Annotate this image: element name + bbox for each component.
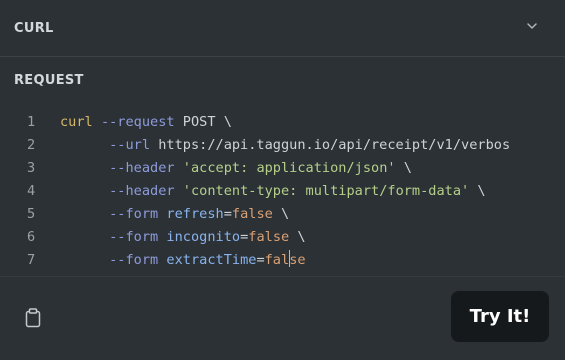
code-token-flag: --form xyxy=(109,206,159,222)
code-token-val: false xyxy=(231,206,273,222)
code-token-str: 'accept: application/json' xyxy=(182,160,396,176)
code-line-text: --header 'accept: application/json' \ xyxy=(60,157,412,180)
code-line-text: --form incognito=false \ xyxy=(60,226,306,249)
code-token-flag: --form xyxy=(109,252,159,268)
code-token-cmd: curl xyxy=(60,114,93,130)
code-line: 3 --header 'accept: application/json' \ xyxy=(0,157,565,180)
code-line-text: --header 'content-type: multipart/form-d… xyxy=(60,180,486,203)
code-token-key: extractTime xyxy=(166,252,257,268)
code-token-flag: --header xyxy=(109,183,175,199)
code-token-plain: \ xyxy=(395,160,412,176)
line-number: 2 xyxy=(27,137,36,153)
code-token-key: incognito xyxy=(166,229,241,245)
code-token-flag: --url xyxy=(109,137,151,153)
line-number: 5 xyxy=(27,206,36,222)
clipboard-icon[interactable] xyxy=(24,308,42,328)
code-line: 1 curl --request POST \ xyxy=(0,111,565,134)
line-number: 7 xyxy=(27,252,36,268)
line-number: 6 xyxy=(27,229,36,245)
curl-section-header[interactable]: CURL xyxy=(0,0,565,57)
code-token-plain: \ xyxy=(272,206,290,222)
curl-code-block[interactable]: 1 curl --request POST \ 2 --url https://ap… xyxy=(0,111,565,275)
line-number: 4 xyxy=(27,183,36,199)
request-section-title: REQUEST xyxy=(14,73,84,88)
code-token-val: se xyxy=(289,252,306,268)
code-line: 7 --form extractTime=false xyxy=(0,249,565,272)
code-line: 4 --header 'content-type: multipart/form… xyxy=(0,180,565,203)
code-line-text: --form refresh=false \ xyxy=(60,203,289,226)
line-number: 1 xyxy=(27,114,36,130)
code-line-text: curl --request POST \ xyxy=(60,111,232,134)
try-it-button[interactable]: Try It! xyxy=(451,291,549,342)
code-token-key: refresh xyxy=(166,206,224,222)
code-line: 6 --form incognito=false \ xyxy=(0,226,565,249)
code-token-plain: https://api.taggun.io/api/receipt/v1/ver… xyxy=(150,137,511,153)
code-token-val: fal xyxy=(264,252,290,268)
code-token-val: false xyxy=(248,229,290,245)
curl-section-title: CURL xyxy=(14,21,54,36)
code-token-flag: --form xyxy=(109,229,159,245)
code-token-plain: \ xyxy=(469,183,486,199)
code-line: 5 --form refresh=false \ xyxy=(0,203,565,226)
code-token-plain: \ xyxy=(289,229,306,245)
code-token-flag: --header xyxy=(109,160,175,176)
footer-divider xyxy=(0,276,565,277)
line-number: 3 xyxy=(27,160,36,176)
code-line-text: --form extractTime=false xyxy=(60,249,306,272)
code-line-text: --url https://api.taggun.io/api/receipt/… xyxy=(60,134,510,157)
code-line: 2 --url https://api.taggun.io/api/receip… xyxy=(0,134,565,157)
code-token-plain: = xyxy=(223,206,232,222)
code-token-plain: = xyxy=(256,252,265,268)
code-token-str: 'content-type: multipart/form-data' xyxy=(182,183,470,199)
code-token-flag: --request xyxy=(100,114,175,130)
code-token-plain: POST \ xyxy=(174,114,232,130)
chevron-down-icon[interactable] xyxy=(525,19,539,33)
